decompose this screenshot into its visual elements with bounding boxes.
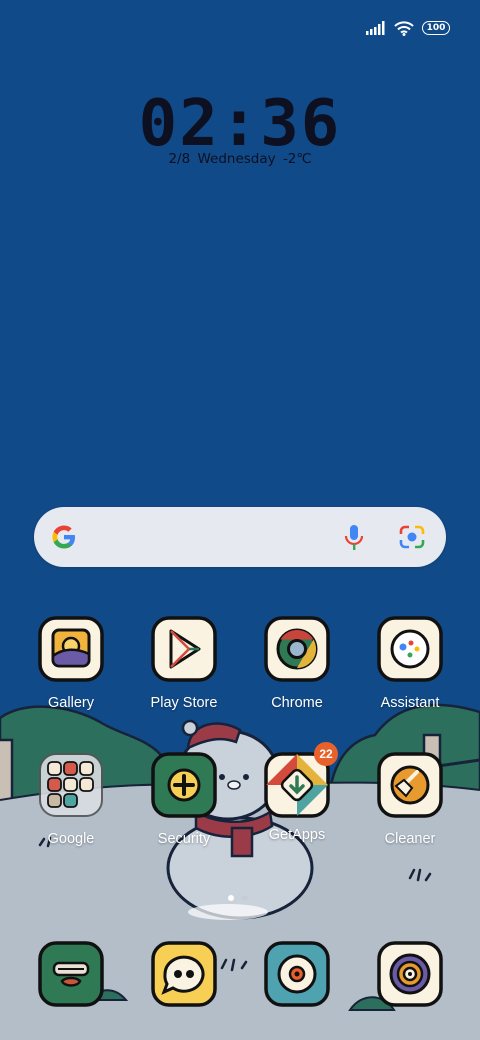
- app-label: Security: [157, 831, 211, 847]
- page-indicator[interactable]: [228, 895, 248, 901]
- wifi-icon: [394, 20, 414, 36]
- lens-camera-icon[interactable]: [398, 524, 426, 550]
- app-label: Chrome: [271, 695, 323, 711]
- chrome-icon: [264, 616, 330, 682]
- assistant-icon: [377, 616, 443, 682]
- temperature: -2℃: [282, 151, 312, 167]
- music-icon: [377, 941, 443, 1007]
- notification-badge: 22: [314, 742, 338, 766]
- google-g-icon: [52, 525, 75, 549]
- app-play-store[interactable]: Play Store: [128, 616, 240, 711]
- app-label: Cleaner: [384, 831, 436, 847]
- messages-icon: [151, 941, 217, 1007]
- page-dot-active[interactable]: [228, 895, 234, 901]
- dock-music[interactable]: [354, 941, 466, 1011]
- google-search-bar[interactable]: [34, 507, 446, 567]
- app-gallery[interactable]: Gallery: [15, 616, 127, 711]
- contacts-icon: [38, 941, 104, 1007]
- dock-messages[interactable]: [128, 941, 240, 1011]
- app-assistant[interactable]: Assistant: [354, 616, 466, 711]
- status-bar: 100: [366, 18, 450, 38]
- app-label: Google: [47, 831, 95, 847]
- battery-level: 100: [426, 22, 446, 33]
- dock-camera[interactable]: [241, 941, 353, 1011]
- getapps-icon-wrap: 22: [264, 742, 338, 818]
- play-store-icon: [151, 616, 217, 682]
- microphone-icon[interactable]: [342, 524, 366, 552]
- google-folder-icon: [39, 753, 103, 817]
- signal-icon: [366, 21, 385, 35]
- cleaner-icon: [377, 752, 443, 818]
- dock-contacts[interactable]: [15, 941, 127, 1011]
- folder-google[interactable]: Google: [15, 752, 127, 847]
- security-icon: [151, 752, 217, 818]
- battery-indicator: 100: [422, 21, 450, 35]
- app-security[interactable]: Security: [128, 752, 240, 847]
- app-cleaner[interactable]: Cleaner: [354, 752, 466, 847]
- app-label: GetApps: [268, 827, 326, 843]
- gallery-icon: [38, 616, 104, 682]
- date: 2/8: [168, 151, 191, 167]
- app-label: Play Store: [150, 695, 218, 711]
- app-getapps[interactable]: 22 GetApps: [241, 742, 353, 843]
- app-label: Gallery: [48, 695, 94, 711]
- camera-icon: [264, 941, 330, 1007]
- app-label: Assistant: [380, 695, 440, 711]
- date-weather-line[interactable]: 2/8 Wednesday -2℃: [0, 151, 480, 167]
- weekday: Wednesday: [197, 151, 276, 167]
- app-chrome[interactable]: Chrome: [241, 616, 353, 711]
- page-dot[interactable]: [242, 895, 248, 901]
